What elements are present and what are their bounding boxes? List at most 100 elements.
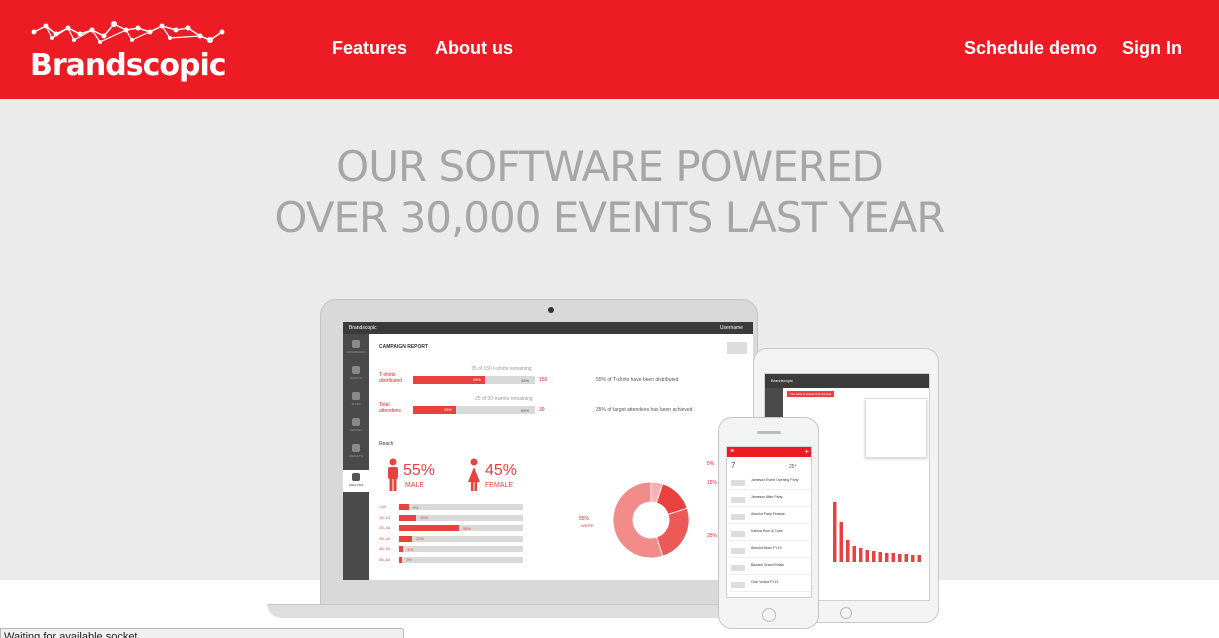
sidebar-item-events: EVENTS [346,366,366,380]
age-group-label: 19–24 [379,514,391,520]
attendees-note: 35% of target attendees has been achieve… [596,407,693,413]
event-time [731,514,745,520]
donut-slice [656,507,690,557]
age-bar-fill [399,535,412,542]
age-group-label: 55–64 [379,556,391,562]
ethnicity-donut-chart [612,481,690,559]
age-bar-fill [399,525,459,531]
app-brand: Brandscopic [349,325,377,331]
tablet-bar [839,522,843,562]
age-bar-pct: 9% [412,504,419,510]
menu-icon: ≡ [730,448,735,455]
logo-wordmark: Brandscopic [30,48,227,83]
site-header: Brandscopic Features About us Schedule d… [0,0,1219,99]
app-username: Username [719,325,743,331]
tablet-notice: You have 8 events that are late [787,391,835,397]
male-icon [388,458,398,491]
phone-home-button [762,608,776,622]
donut-label-white: 55% [579,516,590,522]
phone-event-row[interactable]: Club Vodka FY13 [729,579,811,592]
age-group-label: 25–34 [379,525,391,530]
laptop-camera [548,307,554,313]
phone-mockup: ≡ + 7 25° Jameson Event Opening Party Jam… [718,417,819,629]
tablet-notification-panel [865,398,927,458]
tshirts-pct-left: 45% [521,378,530,383]
phone-date: 7 [731,461,736,470]
nav-sign-in[interactable]: Sign In [1122,38,1182,59]
laptop-base [267,604,787,618]
tablet-bar-chart [833,502,921,562]
app-topbar: Brandscopic Username [343,322,753,334]
sidebar-item-analysis: ANALYSIS [343,470,369,492]
tablet-bar [852,546,856,562]
age-bar-pct: 16% [420,515,429,520]
event-title: Kahlua Rum & Coke [751,529,783,533]
tshirts-bar-fill: 55% [413,376,485,384]
phone-event-row[interactable]: Bacardi Grand Finale [729,562,811,575]
tablet-brand: Brandscopic [771,378,794,383]
tshirts-total: 150 [539,377,548,383]
tablet-bar [885,553,889,562]
hero-headline-line2: OVER 30,000 EVENTS LAST YEAR [274,193,945,242]
phone-temp: 25° [789,464,797,470]
phone-event-row[interactable]: Absolut Mixer FY13 [729,545,811,558]
tablet-bar [891,553,895,562]
age-bar-pct: 3% [406,557,412,562]
tshirts-remaining: 75 of 150 t-shirts remaining [471,366,532,372]
attendees-label: Total attendees [379,402,401,414]
tablet-bar [911,555,915,562]
download-icon [727,342,747,354]
event-time [731,531,745,537]
donut-label-asian: 5% [707,461,715,467]
tablet-topbar: Brandscopic [765,374,929,388]
nav-about-us[interactable]: About us [435,38,513,59]
brandscopic-logo[interactable]: Brandscopic [30,18,230,86]
attendees-total: 30 [539,407,545,413]
age-bar-track [399,514,523,521]
event-time [731,480,745,486]
browser-status-bar: Waiting for available socket... [0,628,404,638]
tshirts-note: 55% of T-shirts have been distributed [596,377,679,383]
event-time [731,565,745,571]
female-icon [468,458,480,491]
male-pct: 55% [403,462,436,479]
donut-label-hispanic: 15% [707,480,718,486]
tablet-bar [898,554,902,562]
age-bar-track [399,556,523,563]
age-bar-fill [399,546,404,552]
tshirts-label: T-shirts distributed [379,372,403,384]
app-sidebar: DASHBOARD EVENTS TASKS VENUES RESULTS AN… [343,334,369,580]
event-title: Bacardi Grand Finale [751,563,785,567]
attendees-pct-left: 65% [521,408,530,413]
phone-event-row[interactable]: Absolut Party Feature [729,511,811,524]
sidebar-item-venues: VENUES [346,418,366,432]
age-bar-track [399,546,523,552]
event-title: Absolut Party Feature [751,512,785,516]
female-pct: 45% [485,462,518,479]
phone-event-row[interactable]: Jameson Event Opening Party [729,477,811,490]
nav-schedule-demo[interactable]: Schedule demo [964,38,1097,59]
event-time [731,548,745,554]
tablet-bar [846,540,850,562]
constellation-icon [31,21,225,44]
tablet-bar [859,548,863,562]
age-group-label: 45–54 [379,546,391,551]
age-bar-fill [399,556,403,563]
event-title: Jameson After Party [751,495,783,499]
event-title: Club Vodka FY13 [751,580,779,584]
hero-headline-line1: OUR SOFTWARE POWERED [336,142,884,191]
tablet-home-button [840,607,852,619]
sidebar-item-tasks: TASKS [346,392,366,406]
event-title: Jameson Event Opening Party [751,478,799,482]
age-bar-pct: 56% [463,525,472,531]
phone-event-row[interactable]: Kahlua Rum & Coke [729,528,811,541]
event-title: Absolut Mixer FY13 [751,546,782,550]
nav-features[interactable]: Features [332,38,407,59]
tablet-bar [917,555,921,562]
phone-event-row[interactable]: Jameson After Party [729,494,811,507]
age-group-label: <18 [379,504,386,509]
event-time [731,497,745,503]
tablet-bar [872,551,876,562]
reach-label: Reach [379,441,394,447]
sidebar-item-dashboard: DASHBOARD [346,340,366,354]
